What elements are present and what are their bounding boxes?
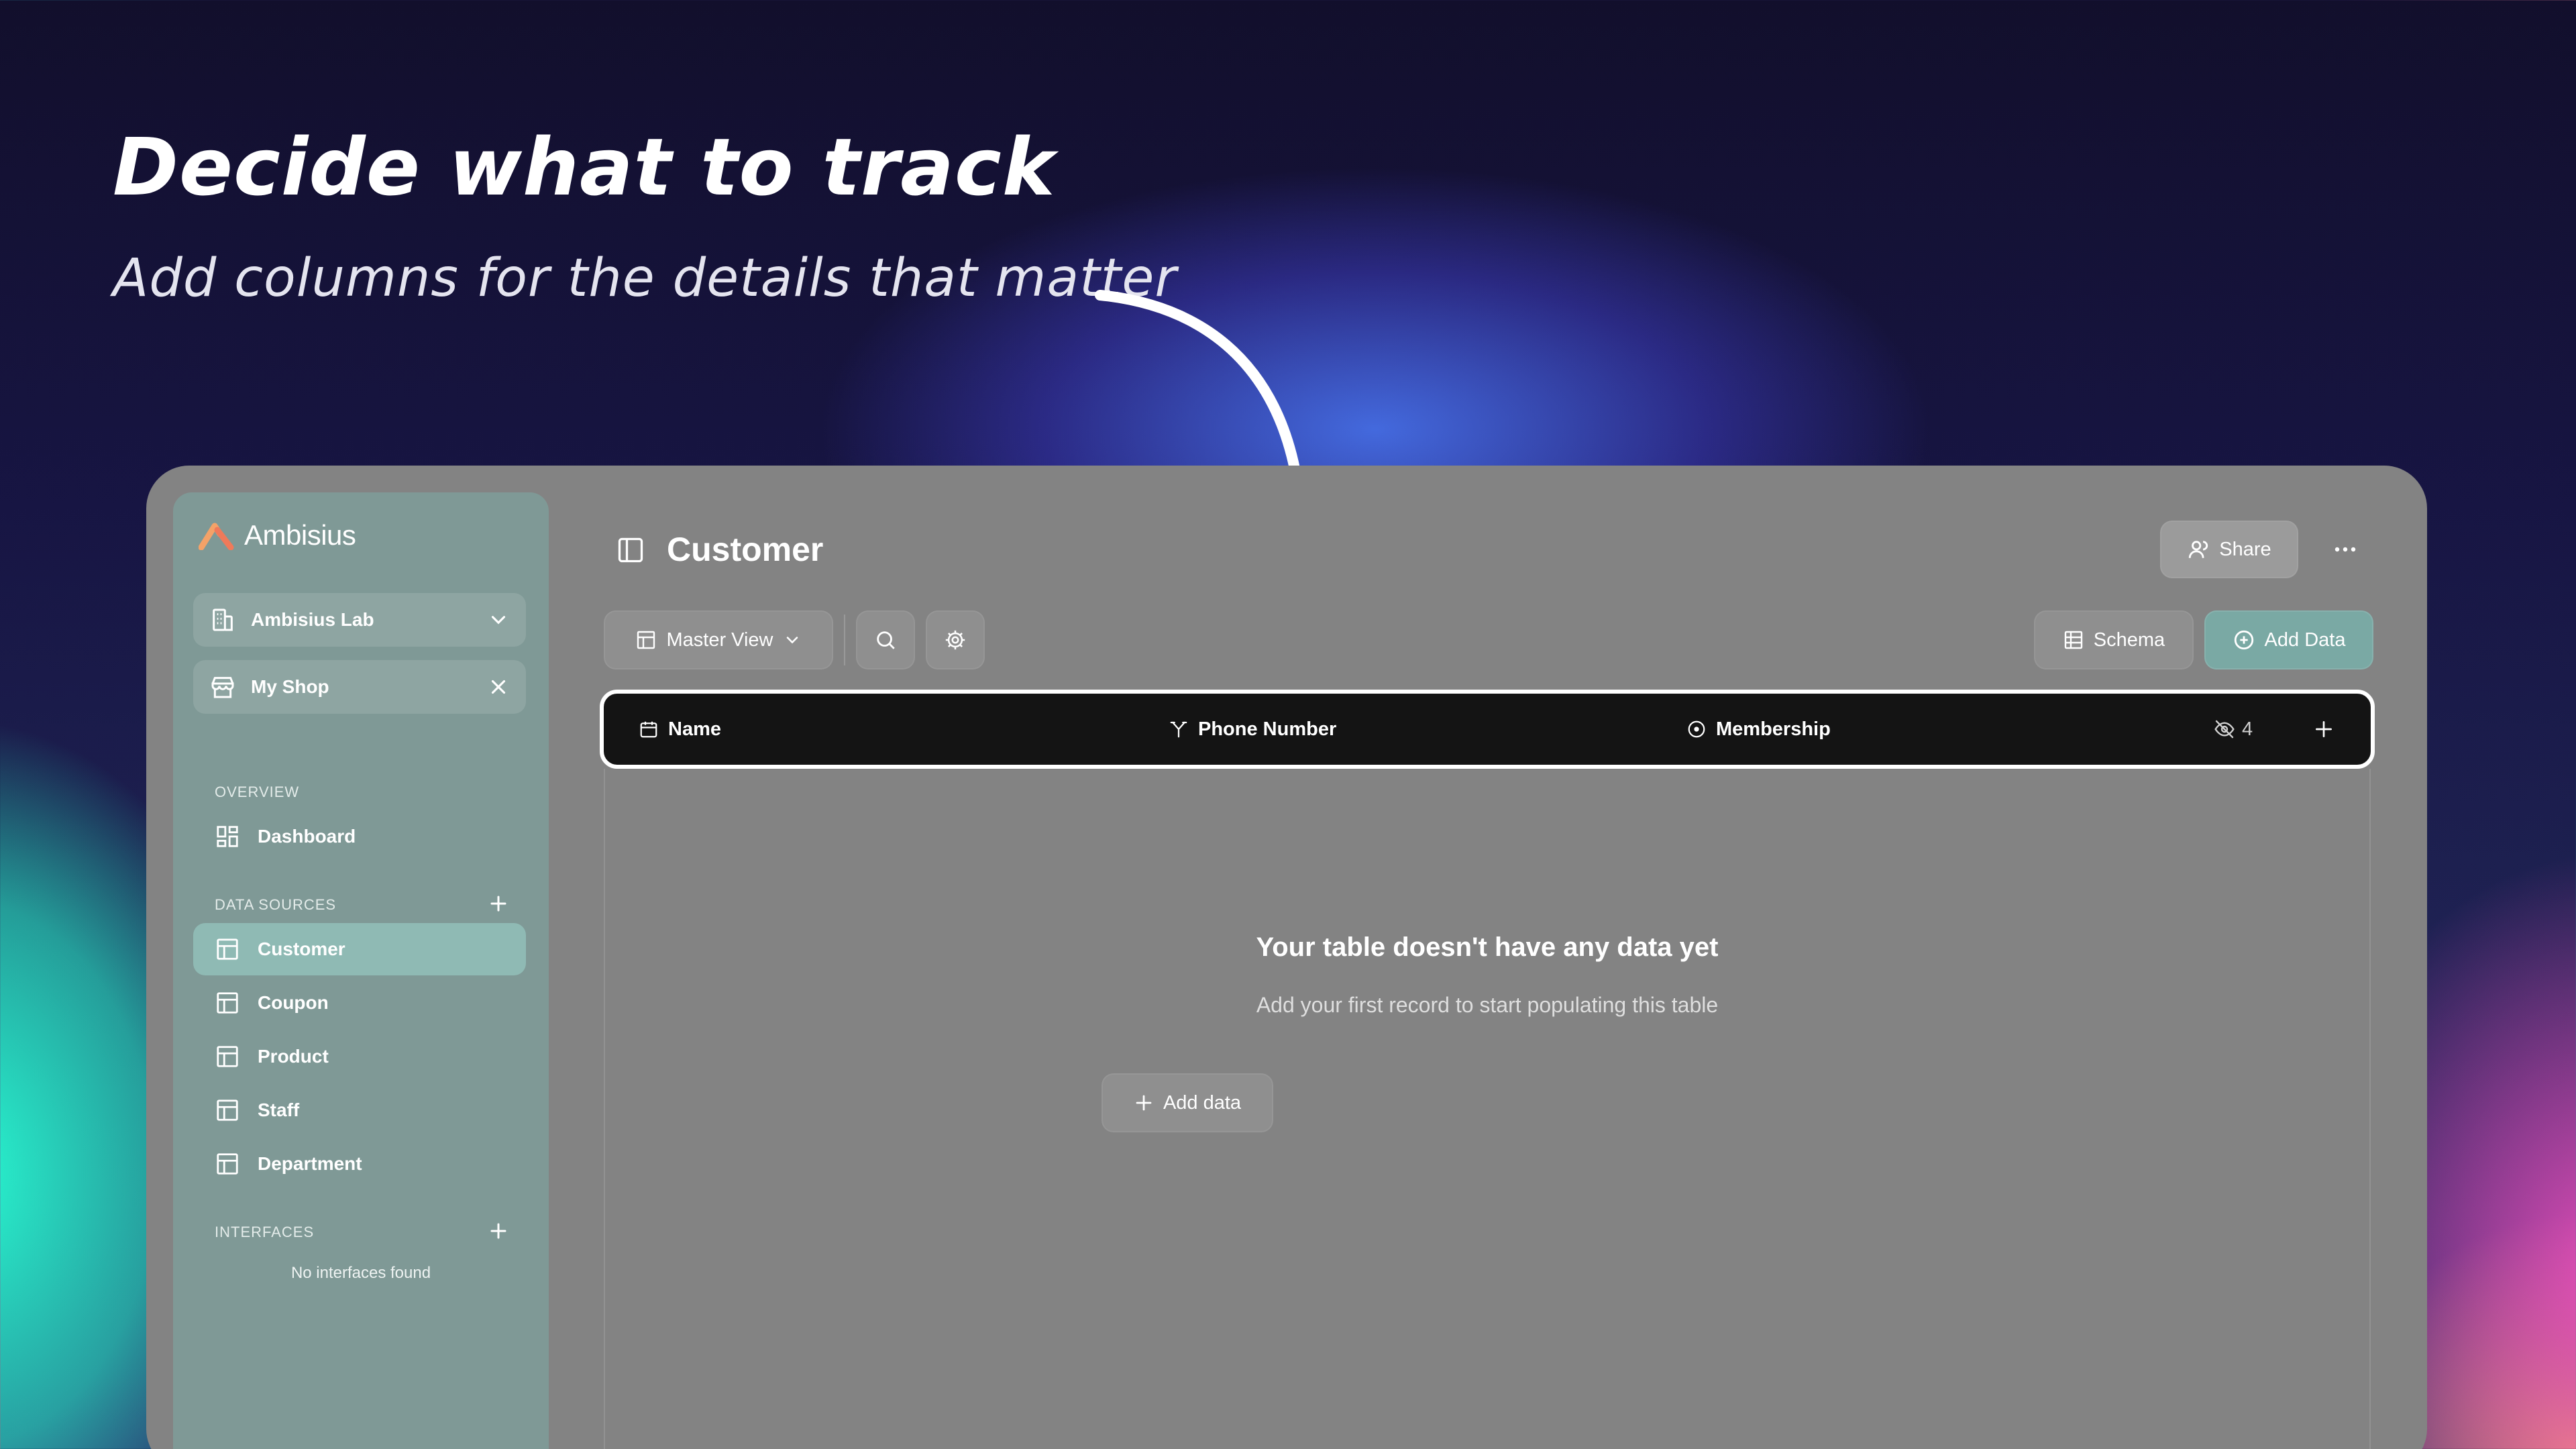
settings-button[interactable] <box>926 610 985 669</box>
sidebar-item-customer[interactable]: Customer <box>193 923 526 975</box>
interfaces-section-label: INTERFACES <box>215 1224 315 1240</box>
share-button[interactable]: Share <box>2160 521 2298 578</box>
plus-icon <box>2316 721 2332 737</box>
sidebar-item-label: Coupon <box>258 992 329 1013</box>
sidebar-item-product[interactable]: Product <box>193 1030 526 1083</box>
column-header-membership[interactable]: Membership <box>1686 694 1831 765</box>
sidebar-item-label: Customer <box>258 938 345 959</box>
toolbar-divider <box>844 614 845 665</box>
empty-state-add-data-button[interactable]: Add data <box>1102 1073 1273 1132</box>
eye-off-icon <box>2214 720 2235 739</box>
sidebar-item-label: Product <box>258 1046 329 1067</box>
add-data-label: Add Data <box>2264 629 2346 651</box>
data-sources-section-label: DATA SOURCES <box>215 896 337 913</box>
plus-icon <box>1136 1095 1152 1111</box>
close-icon[interactable] <box>487 676 510 698</box>
shop-selector[interactable]: My Shop <box>193 660 526 714</box>
table-icon <box>2064 631 2082 649</box>
table-icon <box>217 1153 238 1175</box>
overview-section-label: OVERVIEW <box>215 784 300 800</box>
column-label: Name <box>668 718 721 740</box>
sidebar-item-label: Dashboard <box>258 826 356 847</box>
hero-title: Decide what to track <box>113 121 1056 213</box>
hidden-columns-toggle[interactable]: 4 <box>2214 694 2253 765</box>
empty-state-add-data-label: Add data <box>1163 1091 1242 1114</box>
chevron-down-icon <box>786 637 798 644</box>
sidebar-item-label: Department <box>258 1153 362 1174</box>
store-icon <box>211 677 234 698</box>
share-label: Share <box>2219 538 2271 560</box>
column-label: Phone Number <box>1198 718 1337 740</box>
table-icon <box>217 1099 238 1121</box>
workspace-name: Ambisius Lab <box>251 609 374 630</box>
circle-dot-icon <box>1688 720 1705 738</box>
table-icon <box>217 938 238 960</box>
empty-state-title: Your table doesn't have any data yet <box>1256 932 1719 962</box>
schema-button[interactable]: Schema <box>2034 610 2194 669</box>
schema-label: Schema <box>2093 629 2165 651</box>
add-column-button[interactable] <box>2313 694 2334 765</box>
ellipsis-icon <box>2334 547 2356 552</box>
table-icon <box>217 992 238 1014</box>
sidebar-toggle-icon[interactable] <box>616 535 645 565</box>
table-icon <box>637 631 655 649</box>
empty-state-subtitle: Add your first record to start populatin… <box>1256 993 1719 1017</box>
column-header-phone-number[interactable]: Phone Number <box>1169 694 1336 765</box>
shop-name: My Shop <box>251 676 329 697</box>
branch-icon <box>1170 721 1187 738</box>
table-icon <box>217 1046 238 1067</box>
sidebar: Ambisius Ambisius Lab My Shop OVERVIEW D… <box>173 492 549 1449</box>
view-selector[interactable]: Master View <box>604 610 833 669</box>
search-button[interactable] <box>856 610 915 669</box>
brand-name: Ambisius <box>244 519 356 551</box>
table-body: Your table doesn't have any data yet Add… <box>604 769 2371 1449</box>
sidebar-item-label: Staff <box>258 1099 300 1120</box>
sidebar-item-department[interactable]: Department <box>193 1138 526 1190</box>
hero-subtitle: Add columns for the details that matter <box>113 248 1177 309</box>
add-data-source-icon[interactable] <box>488 894 508 914</box>
sidebar-item-staff[interactable]: Staff <box>193 1084 526 1136</box>
search-icon <box>877 631 895 649</box>
dashboard-icon <box>217 826 238 847</box>
app-window: Ambisius Ambisius Lab My Shop OVERVIEW D… <box>146 466 2427 1449</box>
column-header-name[interactable]: Name <box>639 694 721 765</box>
gear-icon <box>945 630 965 650</box>
sidebar-item-coupon[interactable]: Coupon <box>193 977 526 1029</box>
page-title: Customer <box>667 531 824 568</box>
chevron-down-icon <box>491 616 506 625</box>
building-icon <box>213 608 233 631</box>
no-interfaces-text: No interfaces found <box>290 1264 431 1282</box>
workspace-selector[interactable]: Ambisius Lab <box>193 593 526 647</box>
sidebar-item-dashboard[interactable]: Dashboard <box>193 810 526 863</box>
ambisius-logo-icon <box>199 523 234 550</box>
add-interface-icon[interactable] <box>488 1221 508 1241</box>
plus-circle-icon <box>2234 630 2253 650</box>
calendar-icon <box>640 721 657 738</box>
hidden-columns-count: 4 <box>2242 718 2253 740</box>
brand-logo[interactable]: Ambisius <box>199 519 356 551</box>
table-header-row: Name Phone Number Membership 4 <box>600 690 2375 769</box>
add-data-button[interactable]: Add Data <box>2204 610 2373 669</box>
view-label: Master View <box>666 629 773 651</box>
user-icon <box>2189 541 2208 558</box>
more-options-button[interactable] <box>2325 533 2365 566</box>
column-label: Membership <box>1716 718 1831 740</box>
